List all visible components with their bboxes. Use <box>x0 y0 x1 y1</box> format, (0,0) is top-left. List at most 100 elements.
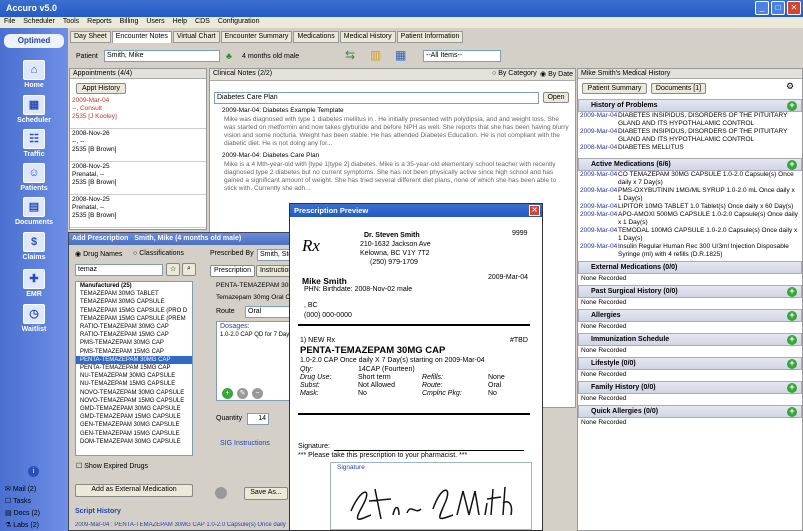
lifestyle-section[interactable]: Lifestyle (0/0) + <box>578 357 802 370</box>
drug-names-radio[interactable]: ◉ Drug Names <box>75 250 122 258</box>
immunization-section[interactable]: Immunization Schedule + <box>578 333 802 346</box>
drug-item[interactable]: DOM-TEMAZEPAM 30MG CAPSULE <box>76 438 192 446</box>
menu-reports[interactable]: Reports <box>87 18 112 27</box>
tab-day-sheet[interactable]: Day Sheet <box>70 31 111 43</box>
link-docs[interactable]: ▤ Docs (2) <box>5 509 40 517</box>
close-button[interactable]: ✕ <box>787 1 801 15</box>
menu-cds[interactable]: CDS <box>195 18 210 27</box>
remove-dosage-icon[interactable]: − <box>252 388 263 399</box>
medication-row[interactable]: 2009-Mar-04 CO TEMAZEPAM 30MG CAPSULE 1.0… <box>578 171 802 187</box>
drug-item-selected[interactable]: PENTA-TEMAZEPAM 30MG CAP <box>76 355 192 365</box>
chart-icon[interactable]: ⇆ <box>345 48 355 62</box>
menu-configuration[interactable]: Configuration <box>218 18 260 27</box>
add-icon[interactable]: + <box>787 101 797 111</box>
drug-item[interactable]: RATIO-TEMAZEPAM 15MG CAP <box>76 331 192 339</box>
close-icon[interactable]: ✕ <box>529 205 540 216</box>
medication-row[interactable]: 2009-Mar-04 TEMODAL 100MG CAPSULE 1.0-2.0… <box>578 227 802 243</box>
favorite-icon[interactable]: ☆ <box>166 263 180 276</box>
add-icon[interactable]: + <box>787 407 797 417</box>
minimize-button[interactable]: _ <box>755 1 769 15</box>
add-icon[interactable]: + <box>787 160 797 170</box>
allergies-section[interactable]: Allergies + <box>578 309 802 322</box>
tab-medications[interactable]: Medications <box>293 31 339 43</box>
tab-patient-information[interactable]: Patient Information <box>396 31 464 43</box>
surgical-history-section[interactable]: Past Surgical History (0/0) + <box>578 285 802 298</box>
drug-item[interactable]: GEN-TEMAZEPAM 15MG CAPSULE <box>76 430 192 438</box>
add-dosage-icon[interactable]: + <box>222 388 233 399</box>
report-icon[interactable]: ▦ <box>395 48 406 62</box>
drug-item[interactable]: GEN-TEMAZEPAM 30MG CAPSULE <box>76 421 192 429</box>
drug-item[interactable]: NU-TEMAZEPAM 30MG CAPSULE <box>76 372 192 380</box>
drug-item[interactable]: PMS-TEMAZEPAM 15MG CAP <box>76 348 192 356</box>
by-date-radio[interactable]: ◉ By Date <box>540 70 573 78</box>
drug-item[interactable]: NOVO-TEMAZEPAM 15MG CAPSULE <box>76 397 192 405</box>
classifications-radio[interactable]: ○ Classifications <box>133 250 184 257</box>
nav-home[interactable]: ⌂ Home <box>8 58 60 98</box>
menu-help[interactable]: Help <box>173 18 187 27</box>
tab-encounter-summary[interactable]: Encounter Summary <box>220 31 293 43</box>
medication-row[interactable]: 2009-Mar-04 PMS-OXYBUTININ 1MG/ML SYRUP 1… <box>578 187 802 203</box>
medication-row[interactable]: 2009-Mar-04 LIPITOR 10MG TABLET 1.0 Table… <box>578 203 802 211</box>
signature-box[interactable]: Signature <box>330 462 532 530</box>
drug-item[interactable]: NU-TEMAZEPAM 15MG CAPSULE <box>76 380 192 388</box>
drug-search-input[interactable]: temaz <box>75 264 163 276</box>
drug-item[interactable]: GMD-TEMAZEPAM 15MG CAPSULE <box>76 413 192 421</box>
tab-medical-history[interactable]: Medical History <box>339 31 396 43</box>
bar-chart-icon[interactable]: ▥ <box>370 48 381 62</box>
problems-section[interactable]: History of Problems + <box>578 99 802 112</box>
tab-prescription[interactable]: Prescription <box>210 265 255 277</box>
appointment-item[interactable]: 2009-Mar-04 --, Consult 2535 [J Kooley] <box>70 96 206 129</box>
prescriber-select[interactable]: Smith, Ste... <box>257 249 293 261</box>
drug-list[interactable]: Manufactured (25) TEMAZEPAM 30MG TABLET … <box>75 281 193 456</box>
link-tasks[interactable]: ☐ Tasks <box>5 497 31 505</box>
problem-row[interactable]: 2009-Mar-04 DIABETES INSIPIDUS, DISORDERS… <box>578 128 802 144</box>
save-as-button[interactable]: Save As... <box>244 487 288 500</box>
drug-item[interactable]: RATIO-TEMAZEPAM 30MG CAP <box>76 323 192 331</box>
menu-users[interactable]: Users <box>146 18 164 27</box>
documents-button[interactable]: Documents [1] <box>651 83 706 94</box>
patient-summary-button[interactable]: Patient Summary <box>582 83 647 94</box>
external-medications-section[interactable]: External Medications (0/0) <box>578 261 802 274</box>
nav-claims[interactable]: $ Claims <box>8 230 60 270</box>
info-icon[interactable]: i <box>28 466 39 477</box>
sig-instructions-link[interactable]: SIG Instructions <box>220 440 270 447</box>
appt-history-button[interactable]: Appt History <box>76 83 126 94</box>
tab-encounter-notes[interactable]: Encounter Notes <box>111 31 172 43</box>
add-external-medication-button[interactable]: Add as External Medication <box>75 484 193 497</box>
problem-row[interactable]: 2009-Mar-04 DIABETES INSIPIDUS, DISORDERS… <box>578 112 802 128</box>
drug-item[interactable]: TEMAZEPAM 30MG CAPSULE <box>76 298 192 306</box>
menu-tools[interactable]: Tools <box>63 18 79 27</box>
add-icon[interactable]: + <box>787 287 797 297</box>
tab-virtual-chart[interactable]: Virtual Chart <box>172 31 220 43</box>
drug-item[interactable]: TEMAZEPAM 15MG CAPSULE (PRO D <box>76 307 192 315</box>
link-labs[interactable]: ⚗ Labs (2) <box>5 521 39 529</box>
appointment-item[interactable]: 2008-Nov-25 Prenatal, -- 2535 [B Brown] <box>70 195 206 228</box>
drug-item[interactable]: TEMAZEPAM 30MG TABLET <box>76 290 192 298</box>
maximize-button[interactable]: □ <box>771 1 785 15</box>
link-mail[interactable]: ✉ Mail (2) <box>5 485 36 493</box>
patient-select[interactable]: Smith, Mike <box>104 50 220 62</box>
medication-row[interactable]: 2009-Mar-04 Insulin Regular Human Rec 300… <box>578 243 802 259</box>
drug-item[interactable]: TEMAZEPAM 15MG CAPSULE (PREM <box>76 315 192 323</box>
drug-item[interactable]: GMD-TEMAZEPAM 30MG CAPSULE <box>76 405 192 413</box>
nav-waitlist[interactable]: ◷ Waitlist <box>8 302 60 342</box>
add-icon[interactable]: + <box>787 335 797 345</box>
medications-section[interactable]: Active Medications (6/6) + <box>578 158 802 171</box>
script-history-row[interactable]: 2009-Mar-04 : PENTA-TEMAZEPAM 30MG CAP 1… <box>75 522 290 528</box>
quantity-input[interactable]: 14 <box>247 413 269 425</box>
menu-scheduler[interactable]: Scheduler <box>23 18 55 27</box>
add-icon[interactable]: + <box>787 383 797 393</box>
dosage-line[interactable]: 1.0-2.0 CAP QD for 7 Days <box>217 331 293 339</box>
appointment-item[interactable]: 2008-Nov-25 Prenatal, -- 2535 [B Brown] <box>70 162 206 195</box>
binoculars-icon[interactable]: ⌕ <box>182 263 196 276</box>
quick-allergies-section[interactable]: Quick Allergies (0/0) + <box>578 405 802 418</box>
show-expired-checkbox[interactable]: ☐ Show Expired Drugs <box>76 462 148 470</box>
nav-documents[interactable]: ▤ Documents <box>8 195 60 235</box>
edit-dosage-icon[interactable]: ✎ <box>237 388 248 399</box>
nav-emr[interactable]: ✚ EMR <box>8 267 60 307</box>
menu-billing[interactable]: Billing <box>120 18 139 27</box>
appointment-item[interactable]: 2008-Nov-26 --, -- 2535 [B Brown] <box>70 129 206 162</box>
settings-icon[interactable]: ⚙ <box>786 81 794 92</box>
add-icon[interactable]: + <box>787 311 797 321</box>
open-button[interactable]: Open <box>543 92 569 103</box>
